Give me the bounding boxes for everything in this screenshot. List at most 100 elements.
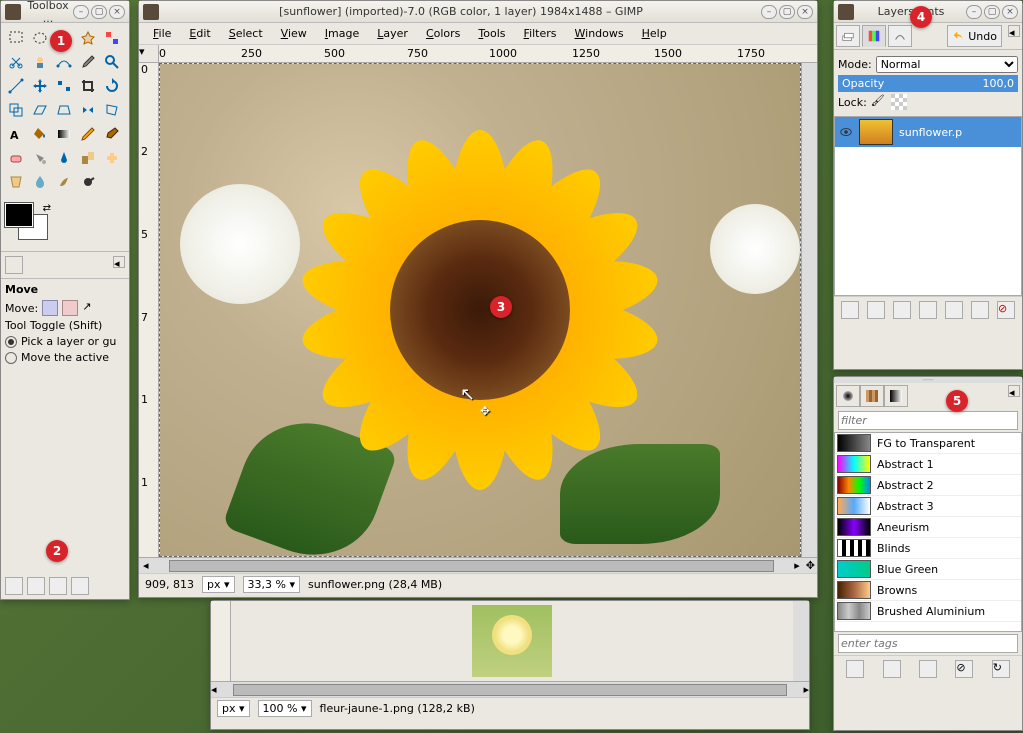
ink-tool[interactable] bbox=[53, 147, 75, 169]
tags-input[interactable] bbox=[838, 634, 1018, 653]
paths-tool[interactable] bbox=[53, 51, 75, 73]
minimize-button[interactable]: – bbox=[73, 5, 89, 19]
gradient-item[interactable]: Aneurism bbox=[835, 517, 1021, 538]
menu-windows[interactable]: Windows bbox=[567, 25, 632, 42]
edit-gradient-button[interactable] bbox=[846, 660, 864, 678]
menu-help[interactable]: Help bbox=[634, 25, 675, 42]
dock-menu-icon[interactable]: ◂ bbox=[113, 256, 125, 268]
pencil-tool[interactable] bbox=[77, 123, 99, 145]
eraser-tool[interactable] bbox=[5, 147, 27, 169]
menu-select[interactable]: Select bbox=[221, 25, 271, 42]
menu-image[interactable]: Image bbox=[317, 25, 367, 42]
canvas[interactable]: ↖ ✥ bbox=[159, 63, 801, 557]
blend-tool[interactable] bbox=[53, 123, 75, 145]
scrollbar-vertical[interactable] bbox=[801, 63, 817, 557]
menu-tools[interactable]: Tools bbox=[470, 25, 513, 42]
save-options-button[interactable] bbox=[5, 577, 23, 595]
gradient-item[interactable]: Abstract 2 bbox=[835, 475, 1021, 496]
tab-layers-icon[interactable] bbox=[836, 25, 860, 47]
crop-tool[interactable] bbox=[77, 75, 99, 97]
move-selection-icon[interactable] bbox=[62, 300, 78, 316]
airbrush-tool[interactable] bbox=[29, 147, 51, 169]
tool-options-tab[interactable] bbox=[5, 256, 23, 274]
new-layer-button[interactable] bbox=[841, 301, 859, 319]
status-unit[interactable]: px ▾ bbox=[217, 700, 250, 717]
close-button[interactable]: × bbox=[109, 5, 125, 19]
gradient-item[interactable]: Blinds bbox=[835, 538, 1021, 559]
zoom-tool[interactable] bbox=[101, 51, 123, 73]
ruler-vertical[interactable]: 0 2 5 7 1 1 bbox=[139, 63, 159, 557]
restore-options-button[interactable] bbox=[27, 577, 45, 595]
refresh-gradient-button[interactable]: ↻ bbox=[992, 660, 1010, 678]
move-tool[interactable] bbox=[29, 75, 51, 97]
foreground-select-tool[interactable] bbox=[29, 51, 51, 73]
flip-tool[interactable] bbox=[77, 99, 99, 121]
tab-patterns-icon[interactable] bbox=[860, 385, 884, 407]
shear-tool[interactable] bbox=[29, 99, 51, 121]
delete-gradient-button[interactable]: ⊘ bbox=[955, 660, 973, 678]
menu-file[interactable]: File bbox=[145, 25, 179, 42]
color-picker-tool[interactable] bbox=[77, 51, 99, 73]
gradient-item[interactable]: Abstract 3 bbox=[835, 496, 1021, 517]
text-tool[interactable]: A bbox=[5, 123, 27, 145]
gradient-item[interactable]: Brushed Aluminium bbox=[835, 601, 1021, 622]
delete-layer-button[interactable]: ⊘ bbox=[997, 301, 1015, 319]
measure-tool[interactable] bbox=[5, 75, 27, 97]
blur-tool[interactable] bbox=[29, 171, 51, 193]
status-zoom[interactable]: 33,3 % ▾ bbox=[243, 576, 300, 593]
duplicate-layer-button[interactable] bbox=[945, 301, 963, 319]
delete-options-button[interactable] bbox=[49, 577, 67, 595]
toolbox-titlebar[interactable]: Toolbox ... – ▢ × bbox=[1, 1, 129, 23]
perspective-tool[interactable] bbox=[53, 99, 75, 121]
scissors-tool[interactable] bbox=[5, 51, 27, 73]
radio-move-active[interactable] bbox=[5, 352, 17, 364]
move-path-icon[interactable]: ↗ bbox=[82, 300, 98, 316]
menu-view[interactable]: View bbox=[273, 25, 315, 42]
new-gradient-button[interactable] bbox=[883, 660, 901, 678]
gradient-item[interactable]: Browns bbox=[835, 580, 1021, 601]
lock-pixels-icon[interactable]: 🖌 bbox=[871, 94, 887, 110]
tab-brushes-icon[interactable] bbox=[836, 385, 860, 407]
tab-paths-icon[interactable] bbox=[888, 25, 912, 47]
dock-menu-icon[interactable]: ◂ bbox=[1008, 385, 1020, 397]
dodge-tool[interactable] bbox=[77, 171, 99, 193]
fg-color-swatch[interactable] bbox=[5, 203, 33, 227]
layer-group-button[interactable] bbox=[867, 301, 885, 319]
opacity-slider[interactable]: Opacity 100,0 bbox=[838, 75, 1018, 92]
ruler-vertical[interactable] bbox=[211, 601, 231, 681]
radio-pick-layer[interactable] bbox=[5, 336, 17, 348]
undo-button[interactable]: Undo bbox=[947, 25, 1002, 47]
canvas[interactable] bbox=[231, 601, 793, 681]
gradient-item[interactable]: Blue Green bbox=[835, 559, 1021, 580]
status-unit[interactable]: px ▾ bbox=[202, 576, 235, 593]
color-swatches[interactable]: ⇄ bbox=[5, 203, 55, 245]
reset-options-button[interactable] bbox=[71, 577, 89, 595]
menu-colors[interactable]: Colors bbox=[418, 25, 468, 42]
perspective-clone-tool[interactable] bbox=[5, 171, 27, 193]
main-titlebar[interactable]: [sunflower] (imported)-7.0 (RGB color, 1… bbox=[139, 1, 817, 23]
gradient-item[interactable]: Abstract 1 bbox=[835, 454, 1021, 475]
clone-tool[interactable] bbox=[77, 147, 99, 169]
menu-edit[interactable]: Edit bbox=[181, 25, 218, 42]
filter-input[interactable] bbox=[838, 411, 1018, 430]
maximize-button[interactable]: ▢ bbox=[779, 5, 795, 19]
close-button[interactable]: × bbox=[797, 5, 813, 19]
maximize-button[interactable]: ▢ bbox=[91, 5, 107, 19]
lower-layer-button[interactable] bbox=[919, 301, 937, 319]
scrollbar-horizontal[interactable]: ◂▸ bbox=[211, 681, 809, 697]
menu-layer[interactable]: Layer bbox=[369, 25, 416, 42]
dock-menu-icon[interactable]: ◂ bbox=[1008, 25, 1020, 37]
rect-select-tool[interactable] bbox=[5, 27, 27, 49]
tab-channels-icon[interactable] bbox=[862, 25, 886, 47]
ellipse-select-tool[interactable] bbox=[29, 27, 51, 49]
heal-tool[interactable] bbox=[101, 147, 123, 169]
status-zoom[interactable]: 100 % ▾ bbox=[258, 700, 312, 717]
maximize-button[interactable]: ▢ bbox=[984, 5, 1000, 19]
layer-name[interactable]: sunflower.p bbox=[899, 126, 962, 139]
bucket-fill-tool[interactable] bbox=[29, 123, 51, 145]
raise-layer-button[interactable] bbox=[893, 301, 911, 319]
anchor-layer-button[interactable] bbox=[971, 301, 989, 319]
swap-colors-icon[interactable]: ⇄ bbox=[43, 203, 51, 214]
lock-alpha-icon[interactable] bbox=[891, 94, 907, 110]
by-color-select-tool[interactable] bbox=[101, 27, 123, 49]
